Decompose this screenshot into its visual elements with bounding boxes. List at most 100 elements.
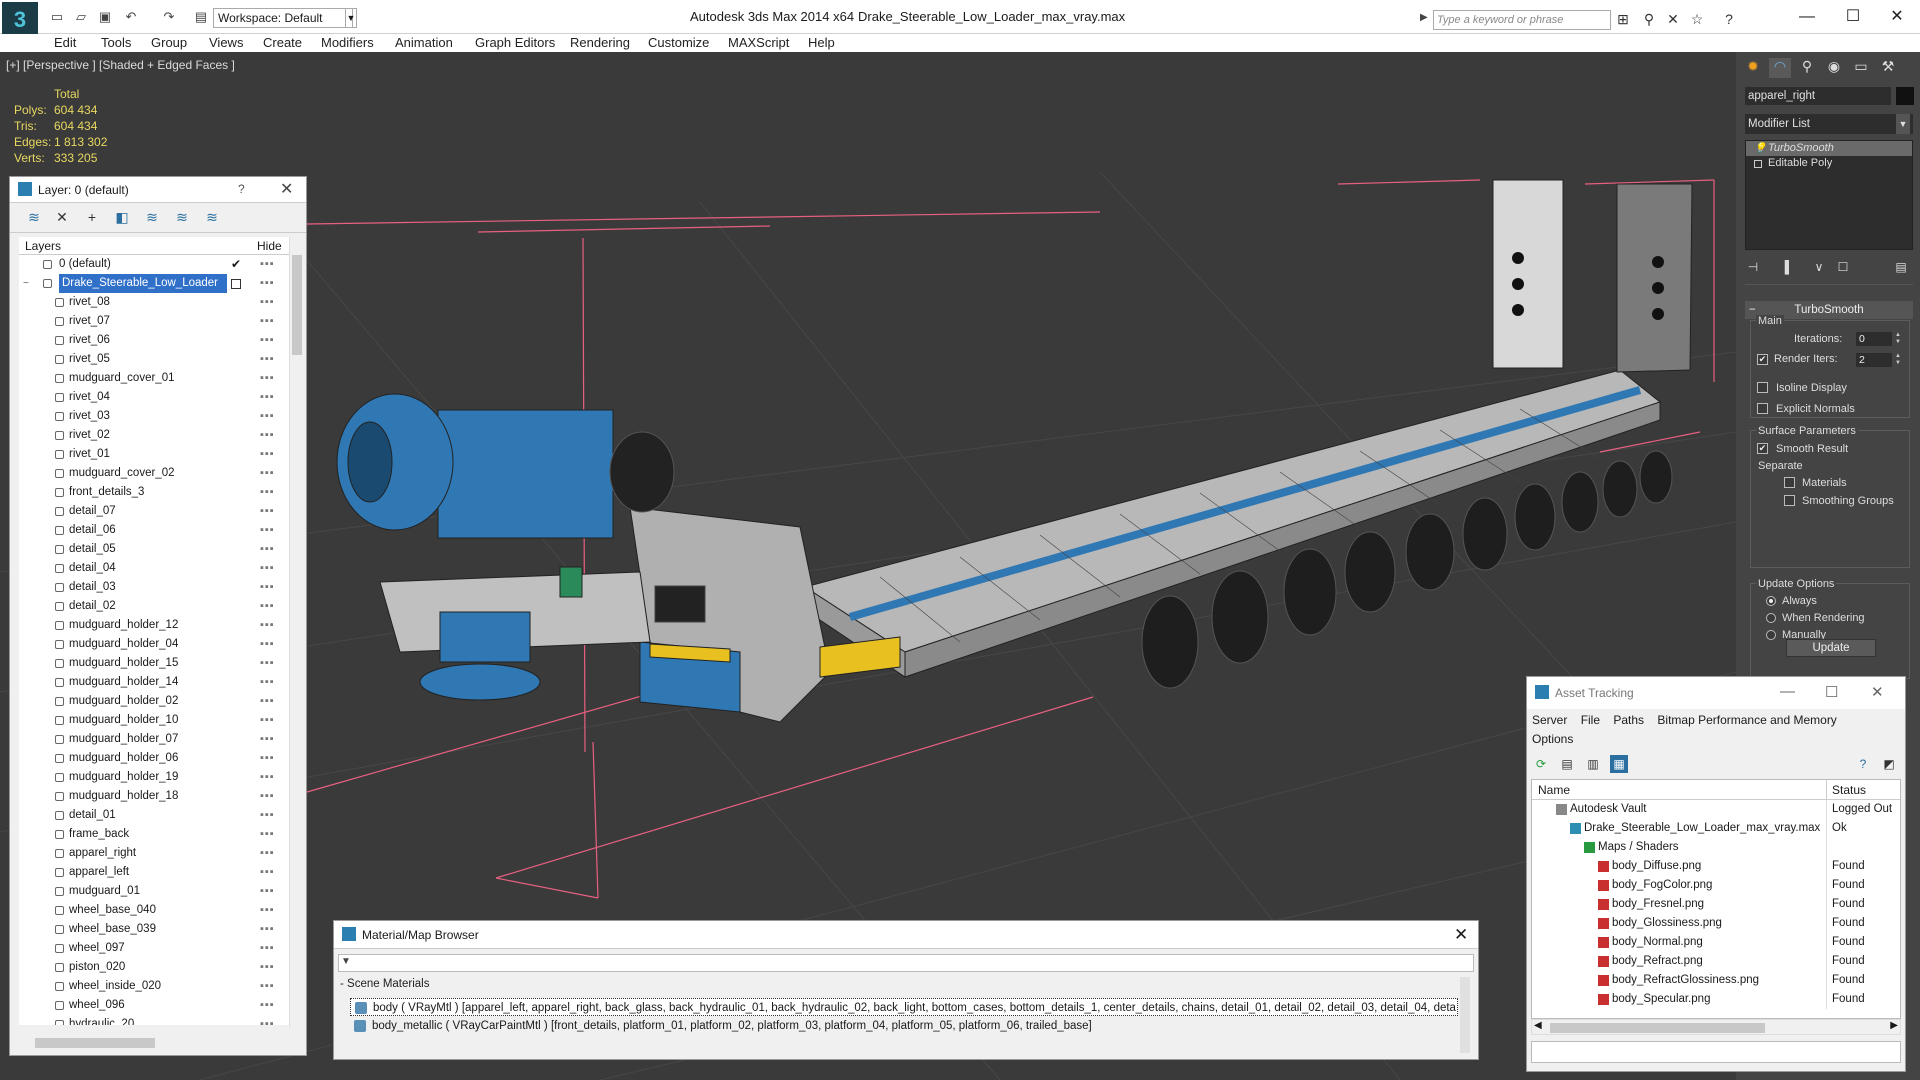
layer-panel-close-button[interactable]: ✕	[280, 179, 293, 199]
object-row[interactable]: wheel_inside_020 ▪▪▪	[19, 977, 289, 996]
asset-row[interactable]: body_Diffuse.png Found	[1532, 857, 1900, 876]
menu-create[interactable]: Create	[263, 34, 302, 52]
render-iters-spinner[interactable]: 2	[1856, 353, 1892, 367]
favorites-star-icon[interactable]: ☆	[1688, 10, 1706, 28]
configure-sets-icon[interactable]: ▤	[1893, 260, 1909, 274]
redo-icon[interactable]: ↷	[160, 9, 178, 25]
close-window-button[interactable]: ✕	[1874, 4, 1920, 30]
undo-icon[interactable]: ↶	[122, 9, 140, 25]
hide-toggle[interactable]: ▪▪▪	[260, 730, 275, 749]
remove-modifier-icon[interactable]: ☐	[1835, 260, 1851, 274]
highlight-layer-icon[interactable]: ≋	[142, 209, 162, 227]
hide-toggle[interactable]: ▪▪▪	[260, 787, 275, 806]
asset-row[interactable]: body_FogColor.png Found	[1532, 876, 1900, 895]
minimize-button[interactable]: —	[1784, 4, 1830, 30]
asset-maximize-button[interactable]: ☐	[1825, 683, 1838, 701]
options-dropdown-icon[interactable]: ▼	[341, 956, 351, 967]
status-column-header[interactable]: Status	[1832, 783, 1866, 797]
maximize-button[interactable]: ☐	[1830, 4, 1876, 30]
refresh-icon[interactable]: ⟳	[1532, 755, 1550, 773]
scene-materials-header[interactable]: - Scene Materials	[340, 978, 429, 990]
object-row[interactable]: hydraulic_20 ▪▪▪	[19, 1015, 289, 1025]
object-row[interactable]: mudguard_holder_14 ▪▪▪	[19, 673, 289, 692]
stack-item-turbosmooth[interactable]: 💡 TurboSmooth	[1746, 141, 1912, 156]
asset-row[interactable]: body_Fresnel.png Found	[1532, 895, 1900, 914]
object-row[interactable]: rivet_04 ▪▪▪	[19, 388, 289, 407]
display-tab-icon[interactable]: ▭	[1850, 58, 1872, 78]
hide-toggle[interactable]: ▪▪▪	[260, 616, 275, 635]
search-input[interactable]: Type a keyword or phrase	[1433, 10, 1611, 30]
help-asset-icon[interactable]: ?	[1854, 755, 1872, 773]
hide-toggle[interactable]: ▪▪▪	[260, 844, 275, 863]
show-end-result-icon[interactable]: ▌	[1781, 260, 1797, 274]
render-iters-checkbox[interactable]: ✔	[1757, 354, 1768, 365]
asset-menu-options[interactable]: Options	[1532, 732, 1573, 746]
asset-tracking-titlebar[interactable]: Asset Tracking — ☐ ✕	[1527, 677, 1905, 709]
menu-edit[interactable]: Edit	[54, 34, 76, 52]
object-row[interactable]: mudguard_holder_18 ▪▪▪	[19, 787, 289, 806]
material-browser-titlebar[interactable]: Material/Map Browser ✕	[334, 921, 1478, 949]
hide-toggle[interactable]: ▪▪▪	[260, 654, 275, 673]
layers-column-header[interactable]: Layers	[25, 239, 61, 253]
select-objects-icon[interactable]: ◧	[112, 209, 132, 227]
layer-row-default[interactable]: 0 (default) ✔ ▪▪▪	[19, 255, 289, 274]
app-logo-icon[interactable]: 3	[2, 2, 38, 38]
hide-toggle[interactable]: ▪▪▪	[260, 464, 275, 483]
communication-icon[interactable]: ✕	[1664, 10, 1682, 28]
hide-toggle[interactable]: ▪▪▪	[260, 901, 275, 920]
hide-toggle[interactable]: ▪▪▪	[260, 749, 275, 768]
object-row[interactable]: detail_04 ▪▪▪	[19, 559, 289, 578]
always-radio[interactable]	[1766, 596, 1776, 606]
hide-toggle[interactable]: ▪▪▪	[260, 331, 275, 350]
create-tab-icon[interactable]: ✹	[1742, 58, 1764, 78]
table-view-icon[interactable]: ▦	[1610, 755, 1628, 773]
delete-layer-icon[interactable]: ✕	[52, 209, 72, 227]
hide-toggle[interactable]: ▪▪▪	[260, 673, 275, 692]
layer-help-button[interactable]: ?	[238, 182, 245, 196]
object-row[interactable]: piston_020 ▪▪▪	[19, 958, 289, 977]
layer-vertical-scrollbar[interactable]	[289, 237, 303, 1027]
hide-toggle[interactable]: ▪▪▪	[260, 768, 275, 787]
hide-toggle[interactable]: ▪▪▪	[260, 635, 275, 654]
asset-row[interactable]: body_RefractGlossiness.png Found	[1532, 971, 1900, 990]
modify-tab-icon[interactable]: ◠	[1769, 58, 1791, 78]
create-layer-icon[interactable]: ≋	[24, 209, 44, 227]
object-row[interactable]: mudguard_holder_12 ▪▪▪	[19, 616, 289, 635]
object-row[interactable]: mudguard_holder_06 ▪▪▪	[19, 749, 289, 768]
asset-close-button[interactable]: ✕	[1871, 683, 1884, 701]
new-file-icon[interactable]: ▭	[48, 9, 66, 25]
object-row[interactable]: wheel_base_039 ▪▪▪	[19, 920, 289, 939]
menu-views[interactable]: Views	[209, 34, 243, 52]
hide-toggle[interactable]: ▪▪▪	[260, 939, 275, 958]
iterations-spinner-arrows[interactable]: ▲ ▼	[1894, 332, 1902, 346]
asset-row[interactable]: Maps / Shaders	[1532, 838, 1900, 857]
hide-toggle[interactable]: ▪▪▪	[260, 958, 275, 977]
menu-tools[interactable]: Tools	[101, 34, 131, 52]
material-item-body[interactable]: body ( VRayMtl ) [apparel_left, apparel_…	[350, 998, 1458, 1016]
object-color-swatch[interactable]	[1896, 87, 1914, 105]
layer-horizontal-scrollbar[interactable]	[19, 1035, 289, 1051]
object-row[interactable]: rivet_05 ▪▪▪	[19, 350, 289, 369]
expand-box-icon[interactable]	[1754, 160, 1762, 168]
hide-toggle[interactable]: ▪▪▪	[260, 350, 275, 369]
subscription-icon[interactable]: ⚲	[1640, 10, 1658, 28]
lightbulb-icon[interactable]: 💡	[1754, 141, 1766, 156]
material-search-input[interactable]: ▼	[338, 954, 1474, 972]
object-row[interactable]: frame_back ▪▪▪	[19, 825, 289, 844]
hide-toggle[interactable]: ▪▪▪	[260, 407, 275, 426]
isoline-display-checkbox[interactable]	[1757, 382, 1768, 393]
hide-toggle[interactable]: ▪▪▪	[260, 863, 275, 882]
object-row[interactable]: detail_05 ▪▪▪	[19, 540, 289, 559]
object-row[interactable]: wheel_096 ▪▪▪	[19, 996, 289, 1015]
hide-toggle[interactable]: ▪▪▪	[260, 274, 275, 293]
asset-row[interactable]: body_Glossiness.png Found	[1532, 914, 1900, 933]
make-unique-icon[interactable]: ∨	[1811, 260, 1827, 274]
asset-row[interactable]: body_Specular.png Found	[1532, 990, 1900, 1009]
hide-toggle[interactable]: ▪▪▪	[260, 1015, 275, 1025]
asset-menu-file[interactable]: File	[1581, 713, 1600, 727]
object-row[interactable]: rivet_07 ▪▪▪	[19, 312, 289, 331]
iterations-spinner[interactable]: 0	[1856, 332, 1892, 346]
object-row[interactable]: rivet_03 ▪▪▪	[19, 407, 289, 426]
modifier-list-arrow-icon[interactable]: ▼	[1896, 114, 1910, 134]
smooth-result-checkbox[interactable]: ✔	[1757, 443, 1768, 454]
